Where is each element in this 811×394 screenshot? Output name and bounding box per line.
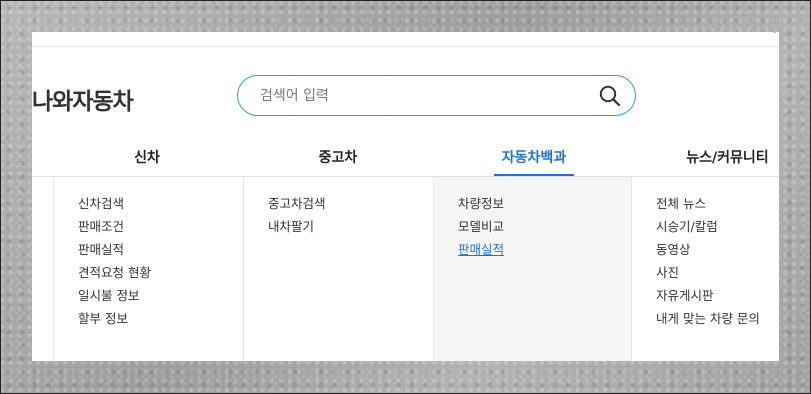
list-item[interactable]: 판매실적 bbox=[458, 239, 631, 262]
tab-news-community[interactable]: 뉴스/커뮤니티 bbox=[680, 149, 775, 177]
list-item[interactable]: 견적요청 현황 bbox=[78, 262, 243, 285]
list-item[interactable]: 내게 맞는 차량 문의 bbox=[656, 308, 779, 331]
list-item[interactable]: 시승기/칼럼 bbox=[656, 216, 779, 239]
mega-menu-panel: ˄ 나와자동차 신차 중고차 자동차백과 뉴스/커뮤니티 신차검색 판매조건 판… bbox=[32, 32, 779, 361]
search-input[interactable] bbox=[258, 76, 592, 116]
submenu-link[interactable]: 자유게시판 bbox=[656, 288, 714, 303]
submenu-used-car: 중고차검색 내차팔기 bbox=[243, 177, 433, 361]
submenu-news: 전체 뉴스 시승기/칼럼 동영상 사진 자유게시판 내게 맞는 차량 문의 bbox=[631, 177, 779, 361]
list-item[interactable]: 중고차검색 bbox=[268, 193, 433, 216]
list-item[interactable]: 전체 뉴스 bbox=[656, 193, 779, 216]
tab-new-car[interactable]: 신차 bbox=[124, 149, 170, 177]
list-item[interactable]: 할부 정보 bbox=[78, 308, 243, 331]
tab-encyclopedia[interactable]: 자동차백과 bbox=[494, 149, 574, 177]
submenu-link[interactable]: 할부 정보 bbox=[78, 311, 128, 326]
search-icon[interactable] bbox=[599, 85, 621, 107]
list-item[interactable]: 내차팔기 bbox=[268, 216, 433, 239]
list-item[interactable]: 일시불 정보 bbox=[78, 285, 243, 308]
main-nav-tabs: 신차 중고차 자동차백과 뉴스/커뮤니티 bbox=[32, 149, 779, 177]
list-item[interactable]: 판매실적 bbox=[78, 239, 243, 262]
submenu-link[interactable]: 전체 뉴스 bbox=[656, 196, 706, 211]
list-item[interactable]: 신차검색 bbox=[78, 193, 243, 216]
submenu-link[interactable]: 사진 bbox=[656, 265, 679, 280]
submenu-link[interactable]: 견적요청 현황 bbox=[78, 265, 151, 280]
submenu-link[interactable]: 내게 맞는 차량 문의 bbox=[656, 311, 760, 326]
submenu-encyclopedia: 차량정보 모델비교 판매실적 bbox=[433, 177, 631, 361]
submenu-link-selected[interactable]: 판매실적 bbox=[458, 242, 504, 257]
list-item[interactable]: 자유게시판 bbox=[656, 285, 779, 308]
list-item[interactable]: 사진 bbox=[656, 262, 779, 285]
top-divider bbox=[32, 46, 779, 47]
submenu-link[interactable]: 판매조건 bbox=[78, 219, 124, 234]
submenu-link[interactable]: 중고차검색 bbox=[268, 196, 326, 211]
submenu-link[interactable]: 판매실적 bbox=[78, 242, 124, 257]
submenu-link[interactable]: 신차검색 bbox=[78, 196, 124, 211]
tab-used-car[interactable]: 중고차 bbox=[310, 149, 366, 177]
submenu-link[interactable]: 모델비교 bbox=[458, 219, 504, 234]
list-item[interactable]: 모델비교 bbox=[458, 216, 631, 239]
search-box[interactable] bbox=[237, 75, 636, 116]
submenu-link[interactable]: 동영상 bbox=[656, 242, 691, 257]
list-item[interactable]: 동영상 bbox=[656, 239, 779, 262]
submenu-link[interactable]: 차량정보 bbox=[458, 196, 504, 211]
list-item[interactable]: 차량정보 bbox=[458, 193, 631, 216]
submenu-new-car: 신차검색 판매조건 판매실적 견적요청 현황 일시불 정보 할부 정보 bbox=[53, 177, 243, 361]
close-mark: ˄ bbox=[772, 32, 778, 41]
submenu-link[interactable]: 일시불 정보 bbox=[78, 288, 139, 303]
submenu-link[interactable]: 내차팔기 bbox=[268, 219, 314, 234]
submenu-link[interactable]: 시승기/칼럼 bbox=[656, 219, 718, 234]
list-item[interactable]: 판매조건 bbox=[78, 216, 243, 239]
site-logo-text[interactable]: 나와자동차 bbox=[32, 82, 134, 116]
